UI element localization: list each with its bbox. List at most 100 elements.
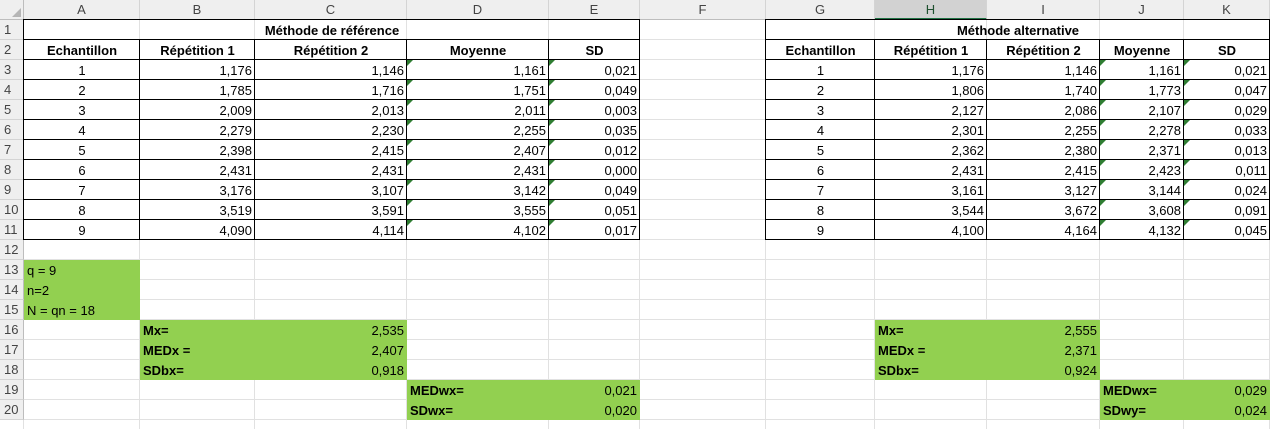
data-cell[interactable]: 1,716	[255, 80, 407, 100]
data-cell[interactable]: 2,423	[1100, 160, 1184, 180]
row-header-10[interactable]: 10	[0, 200, 24, 220]
data-cell[interactable]: 2,380	[987, 140, 1100, 160]
row-header-17[interactable]: 17	[0, 340, 24, 360]
data-cell[interactable]: 2,431	[255, 160, 407, 180]
data-cell[interactable]: 0,047	[1184, 80, 1270, 100]
data-cell[interactable]: 3	[24, 100, 140, 120]
column-header-i[interactable]: I	[987, 0, 1100, 20]
data-cell[interactable]: 0,035	[549, 120, 640, 140]
column-header-g[interactable]: G	[766, 0, 875, 20]
data-cell[interactable]: 5	[24, 140, 140, 160]
data-cell[interactable]: 1	[24, 60, 140, 80]
data-cell[interactable]: 0,029	[1184, 100, 1270, 120]
column-label[interactable]: Echantillon	[766, 40, 875, 60]
column-label[interactable]: SD	[549, 40, 640, 60]
select-all-corner[interactable]	[0, 0, 24, 20]
column-label[interactable]: Répétition 1	[875, 40, 987, 60]
data-cell[interactable]: 3,142	[407, 180, 549, 200]
data-cell[interactable]: 3,544	[875, 200, 987, 220]
data-cell[interactable]: 2,255	[987, 120, 1100, 140]
data-cell[interactable]: 2,362	[875, 140, 987, 160]
row-header-9[interactable]: 9	[0, 180, 24, 200]
column-header-k[interactable]: K	[1184, 0, 1270, 20]
data-cell[interactable]: 4,090	[140, 220, 255, 240]
data-cell[interactable]: 2,279	[140, 120, 255, 140]
parameter-cell[interactable]: n=2	[24, 280, 140, 300]
stat-value[interactable]: 0,021	[549, 380, 640, 400]
data-cell[interactable]: 0,033	[1184, 120, 1270, 140]
row-header-3[interactable]: 3	[0, 60, 24, 80]
row-header-18[interactable]: 18	[0, 360, 24, 380]
data-cell[interactable]: 3,608	[1100, 200, 1184, 220]
parameter-cell[interactable]: q = 9	[24, 260, 140, 280]
column-label[interactable]: Moyenne	[1100, 40, 1184, 60]
stat-label[interactable]: Mx=	[875, 320, 987, 340]
row-header-11[interactable]: 11	[0, 220, 24, 240]
data-cell[interactable]: 2,431	[875, 160, 987, 180]
data-cell[interactable]: 4	[766, 120, 875, 140]
data-cell[interactable]: 0,003	[549, 100, 640, 120]
stat-value[interactable]: 2,371	[987, 340, 1100, 360]
column-header-j[interactable]: J	[1100, 0, 1184, 20]
stat-label[interactable]: MEDx =	[875, 340, 987, 360]
column-header-b[interactable]: B	[140, 0, 255, 20]
data-cell[interactable]: 1,161	[1100, 60, 1184, 80]
data-cell[interactable]: 0,049	[549, 80, 640, 100]
data-cell[interactable]: 2,107	[1100, 100, 1184, 120]
data-cell[interactable]: 1,176	[875, 60, 987, 80]
stat-value[interactable]: 0,918	[255, 360, 407, 380]
column-header-e[interactable]: E	[549, 0, 640, 20]
column-label[interactable]: Répétition 2	[987, 40, 1100, 60]
data-cell[interactable]: 5	[766, 140, 875, 160]
stat-value[interactable]: 0,024	[1184, 400, 1270, 420]
stat-label[interactable]: SDwy=	[1100, 400, 1184, 420]
column-label[interactable]: SD	[1184, 40, 1270, 60]
data-cell[interactable]: 0,045	[1184, 220, 1270, 240]
stat-value[interactable]: 2,555	[987, 320, 1100, 340]
row-header-13[interactable]: 13	[0, 260, 24, 280]
spreadsheet-grid[interactable]: A B C D E F G H I J K 1 2 3 4 5 6 7 8 9 10 11 12 13 14 15 16 17 18 19…	[0, 0, 1270, 429]
data-cell[interactable]: 6	[766, 160, 875, 180]
stat-label[interactable]: MEDwx=	[1100, 380, 1184, 400]
stat-value[interactable]: 0,020	[549, 400, 640, 420]
data-cell[interactable]: 1	[766, 60, 875, 80]
data-cell[interactable]: 9	[24, 220, 140, 240]
data-cell[interactable]: 1,161	[407, 60, 549, 80]
row-header-16[interactable]: 16	[0, 320, 24, 340]
data-cell[interactable]: 3,519	[140, 200, 255, 220]
data-cell[interactable]: 0,021	[1184, 60, 1270, 80]
column-header-c[interactable]: C	[255, 0, 407, 20]
data-cell[interactable]: 0,000	[549, 160, 640, 180]
stat-label[interactable]: SDbx=	[140, 360, 255, 380]
data-cell[interactable]: 0,012	[549, 140, 640, 160]
data-cell[interactable]: 1,785	[140, 80, 255, 100]
row-header-15[interactable]: 15	[0, 300, 24, 320]
stat-label[interactable]: SDwx=	[407, 400, 549, 420]
data-cell[interactable]: 9	[766, 220, 875, 240]
data-cell[interactable]: 3,144	[1100, 180, 1184, 200]
column-header-a[interactable]: A	[24, 0, 140, 20]
data-cell[interactable]: 0,013	[1184, 140, 1270, 160]
row-header-14[interactable]: 14	[0, 280, 24, 300]
data-cell[interactable]: 3,591	[255, 200, 407, 220]
row-header-4[interactable]: 4	[0, 80, 24, 100]
data-cell[interactable]: 2,009	[140, 100, 255, 120]
data-cell[interactable]: 3,176	[140, 180, 255, 200]
data-cell[interactable]: 0,091	[1184, 200, 1270, 220]
data-cell[interactable]: 1,751	[407, 80, 549, 100]
row-header-8[interactable]: 8	[0, 160, 24, 180]
data-cell[interactable]: 7	[766, 180, 875, 200]
data-cell[interactable]: 4,102	[407, 220, 549, 240]
parameter-cell[interactable]: N = qn = 18	[24, 300, 140, 320]
data-cell[interactable]: 8	[766, 200, 875, 220]
row-header-2[interactable]: 2	[0, 40, 24, 60]
column-label[interactable]: Echantillon	[24, 40, 140, 60]
data-cell[interactable]: 2,011	[407, 100, 549, 120]
row-header-6[interactable]: 6	[0, 120, 24, 140]
data-cell[interactable]: 2,371	[1100, 140, 1184, 160]
data-cell[interactable]: 0,051	[549, 200, 640, 220]
column-header-h[interactable]: H	[875, 0, 987, 20]
data-cell[interactable]: 2,255	[407, 120, 549, 140]
data-cell[interactable]: 0,017	[549, 220, 640, 240]
row-header-7[interactable]: 7	[0, 140, 24, 160]
